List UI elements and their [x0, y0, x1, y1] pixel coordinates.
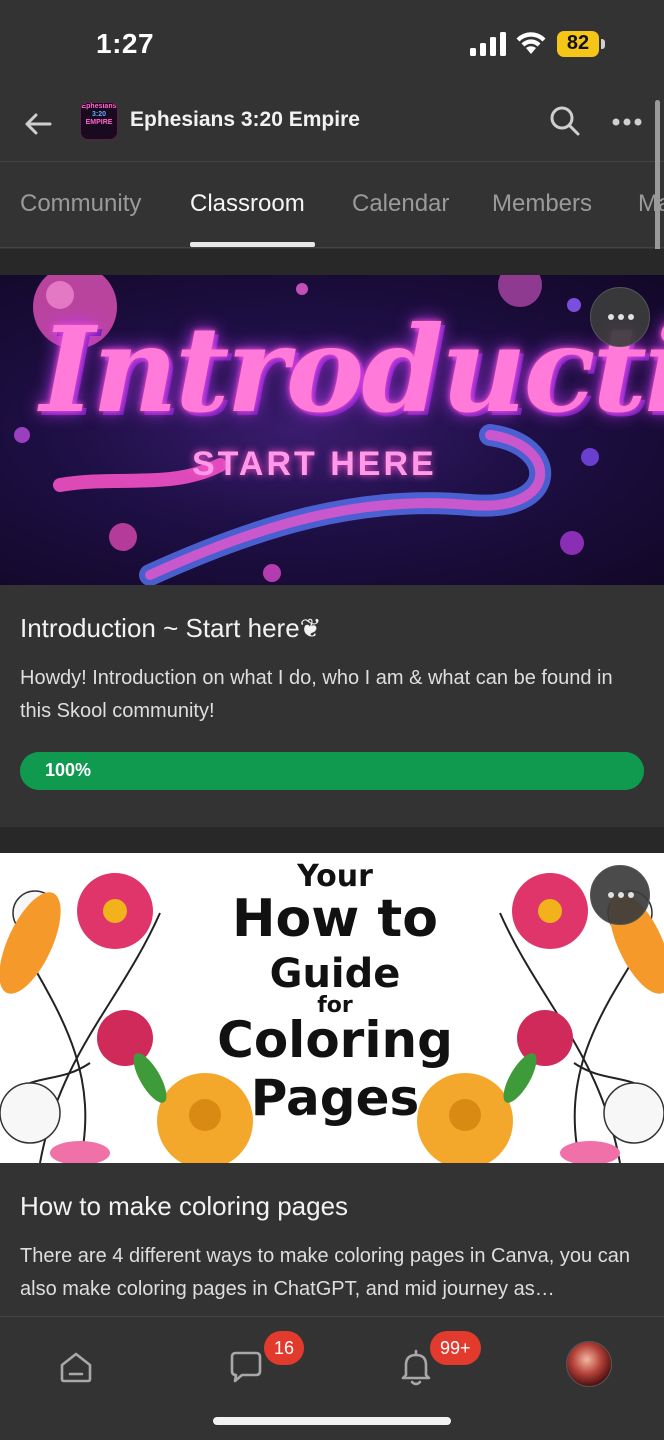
bottom-nav: 16 99+ — [0, 1316, 664, 1440]
wifi-icon — [516, 32, 546, 54]
battery-level: 82 — [566, 32, 590, 54]
search-button[interactable] — [548, 104, 582, 138]
course-cover-image[interactable]: Introduction START HERE — [0, 275, 664, 585]
profile-avatar[interactable] — [566, 1341, 612, 1387]
cover-subtitle-text: START HERE — [192, 445, 437, 483]
chat-badge: 16 — [264, 1331, 305, 1365]
course-card[interactable]: Your How to Guide for Coloring Pages How… — [0, 853, 664, 1316]
notifications-badge: 99+ — [430, 1331, 481, 1365]
logo-text-1: Ephesians — [81, 103, 117, 110]
course-title[interactable]: How to make coloring pages — [20, 1191, 348, 1222]
nav-notifications-button[interactable]: 99+ — [394, 1331, 481, 1389]
tab-members[interactable]: Members — [492, 190, 592, 218]
group-logo[interactable]: Ephesians 3:20 EMPIRE — [80, 102, 118, 140]
status-time: 1:27 — [96, 28, 155, 59]
progress-label: 100% — [45, 760, 92, 780]
tab-classroom[interactable]: Classroom — [190, 190, 305, 218]
coloring-cover-art: Your How to Guide for Coloring Pages — [0, 853, 664, 1163]
nav-home-button[interactable] — [54, 1345, 98, 1389]
cellular-signal-icon — [470, 32, 506, 56]
cover-title-text: Introduction — [40, 300, 664, 439]
course-more-button[interactable] — [590, 287, 650, 347]
section-gap — [0, 827, 664, 853]
course-cover-image[interactable]: Your How to Guide for Coloring Pages — [0, 853, 664, 1163]
home-indicator — [213, 1417, 451, 1425]
tab-calendar[interactable]: Calendar — [352, 190, 449, 218]
search-icon — [550, 106, 580, 136]
arrow-left-icon — [25, 113, 52, 135]
back-button[interactable] — [20, 106, 56, 142]
nav-chat-button[interactable]: 16 — [224, 1331, 305, 1389]
more-options-button[interactable] — [608, 108, 648, 136]
cover-text-pages: Pages — [250, 1069, 420, 1127]
cover-text-coloring: Coloring — [217, 1011, 453, 1069]
cover-text-guide: Guide — [269, 951, 401, 997]
group-name[interactable]: Ephesians 3:20 Empire — [130, 108, 360, 132]
tab-map[interactable]: Ma — [638, 190, 664, 218]
course-title[interactable]: Introduction ~ Start here❦ — [20, 613, 321, 644]
logo-text-3: EMPIRE — [85, 119, 113, 126]
course-description: There are 4 different ways to make color… — [20, 1245, 630, 1300]
intro-cover-art: Introduction START HERE — [0, 275, 664, 585]
active-tab-indicator — [190, 242, 315, 247]
chat-icon — [230, 1351, 262, 1383]
course-card[interactable]: Introduction START HERE Introduction ~ S… — [0, 275, 664, 827]
course-description: Howdy! Introduction on what I do, who I … — [20, 667, 613, 722]
battery-indicator: 82 — [557, 31, 605, 57]
logo-text-2: 3:20 — [91, 111, 106, 118]
course-progress-bar: 100% — [20, 752, 644, 790]
app-header: Ephesians 3:20 EMPIRE Ephesians 3:20 Emp… — [0, 88, 664, 162]
section-gap — [0, 249, 664, 275]
tab-community[interactable]: Community — [20, 190, 141, 218]
screen: 1:27 82 Ephesians 3:20 EMPIRE Ephesians … — [0, 0, 664, 1440]
progress-fill — [20, 752, 644, 790]
home-icon — [60, 1352, 92, 1383]
more-horizontal-icon — [612, 118, 642, 126]
nav-tabs: Community Classroom Calendar Members Ma — [0, 162, 664, 248]
cover-text-how-to: How to — [232, 889, 438, 949]
status-bar: 1:27 82 — [0, 0, 664, 88]
course-more-button[interactable] — [590, 865, 650, 925]
